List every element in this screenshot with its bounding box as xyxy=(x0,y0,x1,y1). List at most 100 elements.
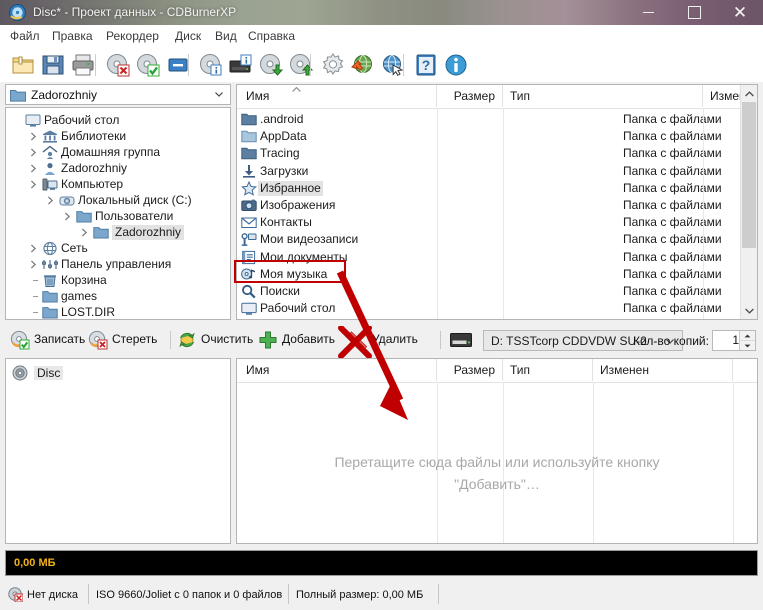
file-name: AppData xyxy=(260,129,307,144)
folder-tree-pane: Zadorozhniy Рабочий стол Библиотеки Домашн… xyxy=(5,84,231,320)
minimize-button[interactable] xyxy=(625,0,671,25)
folder-dark-icon xyxy=(241,113,257,126)
copies-label: Кол-во копий: xyxy=(633,334,709,348)
title-bar: Disc* - Проект данных - CDBurnerXP ✕ xyxy=(0,0,763,25)
file-type: Папка с файлами xyxy=(623,129,722,144)
status-separator xyxy=(88,584,89,604)
tree-item-label: LOST.DIR xyxy=(61,305,116,319)
controlpanel-icon xyxy=(42,260,58,269)
settings-gear-icon[interactable] xyxy=(320,52,346,78)
close-button[interactable]: ✕ xyxy=(717,0,763,25)
copies-stepper[interactable]: 1 xyxy=(712,330,756,351)
print-icon[interactable] xyxy=(70,52,96,78)
desktop-icon xyxy=(241,302,257,315)
tree-item-label: Рабочий стол xyxy=(44,113,120,127)
network-icon xyxy=(43,241,57,256)
tree-expander-icon[interactable] xyxy=(29,244,38,253)
folder-icon xyxy=(42,291,58,303)
drop-zone-line1: Перетащите сюда файлы или используйте кн… xyxy=(334,454,660,470)
desktop-icon xyxy=(25,114,41,127)
save-project-icon[interactable] xyxy=(40,52,66,78)
file-list-row[interactable]: ИзбранноеПапка с файлами06.08.2016 18:44 xyxy=(237,179,742,198)
verify-disc-icon[interactable] xyxy=(135,52,161,78)
tree-expander-icon[interactable] xyxy=(80,228,89,237)
documents-icon xyxy=(242,250,256,264)
folder-light-icon xyxy=(241,130,257,143)
file-name: Мои видеозаписи xyxy=(260,232,359,247)
scroll-down-icon[interactable] xyxy=(741,302,757,319)
content-column-header-0[interactable]: Имя xyxy=(239,359,437,381)
tree-expander-icon[interactable] xyxy=(29,132,38,141)
file-list-row[interactable]: Мои документыПапка с файлами23.08.2016 1… xyxy=(237,248,742,267)
file-list-row[interactable]: Сохраненные игрыПапка с файлами06.08.201… xyxy=(237,316,742,319)
file-type: Папка с файлами xyxy=(623,146,722,161)
stepper-down-icon[interactable] xyxy=(739,341,755,350)
file-list-pane[interactable]: Имя Размер Тип Изменен .android Папка с файл… xyxy=(236,84,758,320)
file-list-row[interactable]: .androidПапка с файлами04.09.2016 15:04 xyxy=(237,110,742,129)
tree-item-12[interactable]: LOST.DIR xyxy=(6,303,230,319)
file-type: Папка с файлами xyxy=(623,163,722,178)
content-column-header-2[interactable]: Тип xyxy=(503,359,593,381)
disc-info-icon[interactable] xyxy=(198,52,224,78)
scrollbar-thumb[interactable] xyxy=(742,102,756,248)
erase-disc-icon[interactable] xyxy=(105,52,131,78)
file-list-row[interactable]: КонтактыПапка с файлами06.08.2016 18:44 xyxy=(237,213,742,232)
root-folder-combobox[interactable]: Zadorozhniy xyxy=(5,84,231,105)
file-list-row[interactable]: TracingПапка с файлами07.08.2016 11:50 xyxy=(237,144,742,163)
add-button-label: Добавить xyxy=(282,332,336,346)
file-list-row[interactable]: Рабочий столПапка с файлами10.09.2016 18… xyxy=(237,299,742,318)
favorites-icon xyxy=(241,180,257,196)
update-globe-icon[interactable] xyxy=(350,52,376,78)
file-list-row[interactable]: Моя музыкаПапка с файлами06.08.2016 18:4… xyxy=(237,265,742,284)
column-divider xyxy=(503,108,504,319)
content-column-header-3[interactable]: Изменен xyxy=(593,359,733,381)
rip-disc-icon[interactable] xyxy=(258,52,284,78)
chevron-down-icon[interactable] xyxy=(215,92,223,97)
videos-icon xyxy=(241,233,257,247)
file-name: .android xyxy=(260,112,304,126)
toolbar-separator xyxy=(95,54,96,76)
content-column-header-1[interactable]: Размер xyxy=(437,359,503,381)
stepper-up-icon[interactable] xyxy=(739,331,755,341)
about-info-icon[interactable] xyxy=(443,52,469,78)
open-project-icon[interactable] xyxy=(10,52,36,78)
maximize-button[interactable] xyxy=(671,0,717,25)
menu-item-3[interactable]: Диск xyxy=(170,28,206,45)
file-name: Изображения xyxy=(260,198,336,212)
file-list-scrollbar[interactable] xyxy=(740,85,757,319)
file-name: Сохраненные игры xyxy=(260,318,366,319)
file-column-header-2[interactable]: Тип xyxy=(503,85,703,107)
disc-structure-pane[interactable]: Disc xyxy=(5,358,231,544)
file-list-row[interactable]: ПоискиПапка с файлами06.08.2016 18:44 xyxy=(237,282,742,301)
tree-expander-icon[interactable] xyxy=(29,148,38,157)
file-type: Папка с файлами xyxy=(623,284,722,298)
file-column-header-1[interactable]: Размер xyxy=(437,85,503,107)
menu-item-0[interactable]: Файл xyxy=(5,28,45,45)
plus-icon xyxy=(259,331,277,349)
menu-item-2[interactable]: Рекордер xyxy=(101,28,164,45)
delete-button-label: Удалить xyxy=(372,332,418,346)
drive-select-value: D: TSSTcorp CDDVDW SU-2 xyxy=(491,334,647,348)
tree-expander-icon[interactable] xyxy=(63,212,72,221)
tree-expander-icon[interactable] xyxy=(46,196,55,205)
file-list-row[interactable]: Мои видеозаписиПапка с файлами13.08.2016… xyxy=(237,230,742,249)
scroll-up-icon[interactable] xyxy=(741,85,757,102)
file-list-row[interactable]: ЗагрузкиПапка с файлами10.09.2016 18:37 xyxy=(237,162,742,181)
action-toolbar: Записать Стереть Очистить Добавить Удали… xyxy=(0,324,763,356)
project-content-pane[interactable]: Имя Размер Тип Изменен Перетащите сюда файл… xyxy=(236,358,758,544)
status-filesystem: ISO 9660/Joliet с 0 папок и 0 файлов xyxy=(96,589,283,601)
tree-expander-icon[interactable] xyxy=(29,164,38,173)
help-question-icon[interactable]: ? xyxy=(413,52,439,78)
status-total-size: Полный размер: 0,00 МБ xyxy=(296,589,424,601)
file-list-row[interactable]: AppDataПапка с файлами06.08.2016 18:43 xyxy=(237,127,742,146)
file-list-row[interactable]: ИзображенияПапка с файлами07.09.2016 20:… xyxy=(237,196,742,215)
menu-item-1[interactable]: Правка xyxy=(47,28,98,45)
menu-item-5[interactable]: Справка xyxy=(243,28,300,45)
drive-info-icon[interactable] xyxy=(228,52,254,78)
capacity-text: 0,00 МБ xyxy=(14,557,56,569)
file-column-header-0[interactable]: Имя xyxy=(239,85,437,107)
tree-expander-icon[interactable] xyxy=(29,180,38,189)
menu-item-4[interactable]: Вид xyxy=(210,28,242,45)
folder-tree[interactable]: Рабочий стол Библиотеки Домашняя группа Zad… xyxy=(5,107,231,320)
tree-expander-icon[interactable] xyxy=(29,260,38,269)
